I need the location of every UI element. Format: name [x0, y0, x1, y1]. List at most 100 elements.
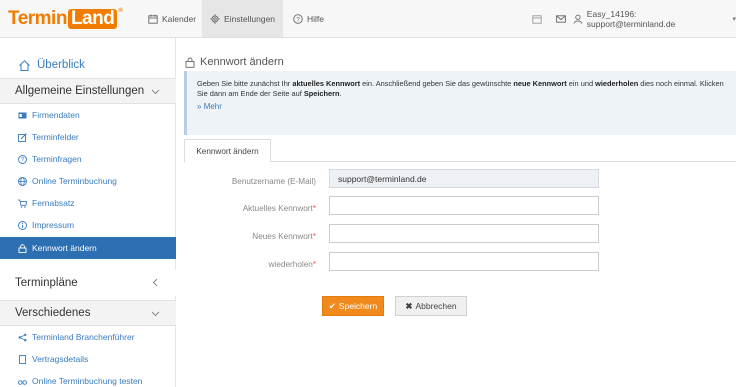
- page-title: Kennwort ändern: [185, 56, 284, 68]
- info-text: Geben Sie bitte zunächst Ihr: [197, 79, 293, 88]
- tab-kennwort-aendern[interactable]: Kennwort ändern: [184, 139, 271, 162]
- new-password-input[interactable]: [329, 224, 599, 243]
- repeat-password-label: wiederholen*: [176, 260, 316, 269]
- sidebar-item-label: Online Terminbuchung: [32, 176, 117, 186]
- sidebar-item-branchenfuehrer[interactable]: Terminland Branchenführer: [0, 326, 176, 348]
- username-label-text: Benutzername (E-Mail): [231, 177, 316, 186]
- sidebar-item-overview[interactable]: Überblick: [0, 54, 176, 76]
- document-icon: [19, 354, 26, 364]
- calendar-icon: [532, 14, 542, 24]
- chevron-down-icon: [151, 311, 160, 317]
- messages-button[interactable]: [556, 0, 566, 37]
- question-icon: ?: [18, 154, 27, 164]
- username-label: Benutzername (E-Mail): [176, 177, 316, 186]
- more-link[interactable]: » Mehr: [197, 102, 726, 112]
- sidebar-item-terminfragen[interactable]: ? Terminfragen: [0, 148, 176, 170]
- cart-icon: [18, 199, 27, 208]
- repeat-password-label-text: wiederholen: [268, 260, 313, 269]
- sidebar-section-label: Terminpläne: [15, 277, 78, 289]
- sidebar-item-fernabsatz[interactable]: Fernabsatz: [0, 192, 176, 214]
- close-icon: ✖: [405, 300, 413, 311]
- nav-settings-label: Einstellungen: [224, 13, 276, 24]
- chevron-down-icon: ▾: [732, 15, 736, 23]
- id-card-icon: [18, 112, 27, 118]
- calendar-shortcut[interactable]: [532, 0, 542, 37]
- sidebar-item-terminfelder[interactable]: Terminfelder: [0, 126, 176, 148]
- username-value: support@terminland.de: [338, 173, 427, 184]
- sidebar-section-label: Verschiedenes: [15, 307, 91, 319]
- tab-label: Kennwort ändern: [196, 146, 259, 156]
- sidebar-item-vertragsdetails[interactable]: Vertragsdetails: [0, 348, 176, 370]
- cancel-button-label: Abbrechen: [415, 301, 457, 311]
- sidebar-item-label: Impressum: [32, 220, 75, 230]
- sidebar-item-label: Terminfelder: [32, 132, 79, 142]
- sidebar-section-plans[interactable]: Terminpläne: [0, 270, 176, 296]
- user-icon: [573, 14, 583, 24]
- info-box: Geben Sie bitte zunächst Ihr aktuelles K…: [184, 71, 736, 135]
- lock-icon: [18, 243, 27, 253]
- page-title-text: Kennwort ändern: [200, 56, 284, 68]
- sidebar-item-firmendaten[interactable]: Firmendaten: [0, 104, 176, 126]
- lock-icon: [185, 57, 195, 68]
- info-text-bold: Speichern: [303, 89, 340, 98]
- sidebar-item-impressum[interactable]: Impressum: [0, 214, 176, 236]
- cancel-button[interactable]: ✖ Abbrechen: [395, 296, 467, 316]
- required-mark: *: [312, 232, 316, 241]
- info-text-bold: neue Kennwort: [513, 79, 567, 88]
- top-bar: Termin Land ® Kalender Einstellungen ? Hil…: [0, 0, 736, 38]
- help-icon: ?: [293, 13, 303, 24]
- home-icon: [19, 59, 30, 71]
- new-password-label-text: Neues Kennwort: [252, 232, 313, 241]
- sidebar-item-kennwort-aendern[interactable]: Kennwort ändern: [0, 237, 176, 259]
- new-password-label: Neues Kennwort*: [176, 232, 316, 241]
- nav-help-label: Hilfe: [307, 13, 325, 24]
- required-mark: *: [312, 204, 316, 213]
- current-password-label: Aktuelles Kennwort*: [176, 204, 316, 213]
- sidebar-item-label: Vertragsdetails: [32, 354, 89, 364]
- info-text: .: [339, 89, 342, 98]
- sidebar-item-terminbuchung-testen[interactable]: Online Terminbuchung testen: [0, 370, 176, 387]
- more-link-label: Mehr: [203, 102, 222, 111]
- tab-divider: [271, 161, 736, 162]
- user-menu[interactable]: Easy_14196: support@terminland.de ▾: [573, 0, 736, 37]
- globe-icon: [18, 176, 27, 186]
- envelope-icon: [556, 14, 566, 23]
- nav-calendar-label: Kalender: [162, 13, 197, 24]
- sidebar-item-label: Kennwort ändern: [32, 243, 97, 253]
- username-field: support@terminland.de: [329, 169, 599, 188]
- current-password-input[interactable]: [329, 196, 599, 215]
- sidebar-item-label: Fernabsatz: [32, 198, 75, 208]
- save-button[interactable]: ✔ Speichern: [322, 296, 384, 316]
- terminland-logo[interactable]: Termin Land ®: [8, 8, 123, 30]
- edit-icon: [18, 132, 27, 142]
- logo-text-land: Land: [67, 9, 118, 29]
- sidebar-item-online-terminbuchung[interactable]: Online Terminbuchung: [0, 170, 176, 192]
- logo-registered-mark: ®: [118, 8, 123, 14]
- sidebar-item-label: Firmendaten: [32, 110, 80, 120]
- chevron-left-icon: [152, 278, 158, 287]
- nav-calendar[interactable]: Kalender: [148, 0, 196, 37]
- sidebar-section-general[interactable]: Allgemeine Einstellungen: [0, 78, 176, 104]
- required-mark: *: [312, 260, 316, 269]
- sidebar-section-label: Allgemeine Einstellungen: [15, 85, 145, 97]
- repeat-password-input[interactable]: [329, 252, 599, 271]
- nav-help[interactable]: ? Hilfe: [293, 0, 324, 37]
- info-text-bold: aktuelles Kennwort: [292, 79, 361, 88]
- current-password-label-text: Aktuelles Kennwort: [242, 204, 313, 213]
- share-icon: [18, 333, 27, 341]
- calendar-icon: [148, 14, 158, 24]
- info-text: ein. Anschließend geben Sie das gewünsch…: [360, 79, 514, 88]
- sidebar-section-misc[interactable]: Verschiedenes: [0, 300, 176, 326]
- main-content: Kennwort ändern Geben Sie bitte zunächst…: [176, 38, 736, 387]
- logo-text-termin: Termin: [8, 8, 67, 29]
- chevron-down-icon: [151, 89, 160, 95]
- user-label: Easy_14196: support@terminland.de: [586, 8, 676, 29]
- info-text: ein und: [566, 79, 596, 88]
- save-button-label: Speichern: [338, 301, 378, 311]
- sidebar-item-label: Terminland Branchenführer: [32, 332, 135, 342]
- nav-settings[interactable]: Einstellungen: [202, 0, 284, 37]
- info-text-bold: wiederholen: [595, 79, 639, 88]
- info-icon: [18, 220, 27, 230]
- sidebar-item-label: Terminfragen: [32, 154, 82, 164]
- svg-text:?: ?: [296, 16, 300, 23]
